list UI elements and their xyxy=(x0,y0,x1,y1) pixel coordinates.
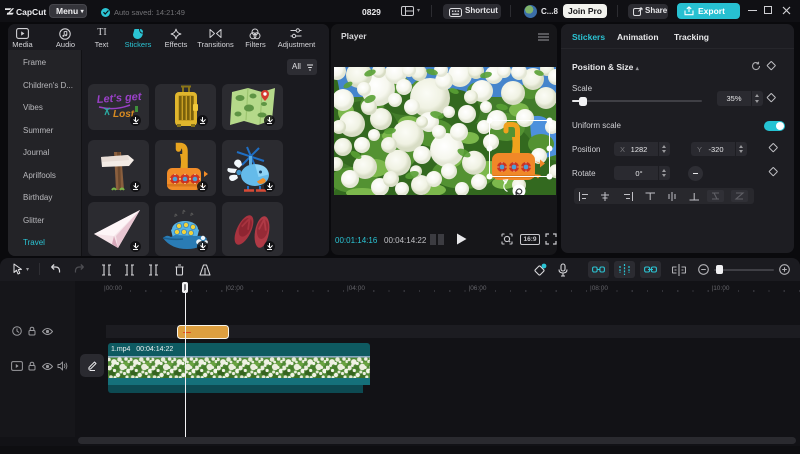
svg-text:Let's get: Let's get xyxy=(96,91,143,106)
